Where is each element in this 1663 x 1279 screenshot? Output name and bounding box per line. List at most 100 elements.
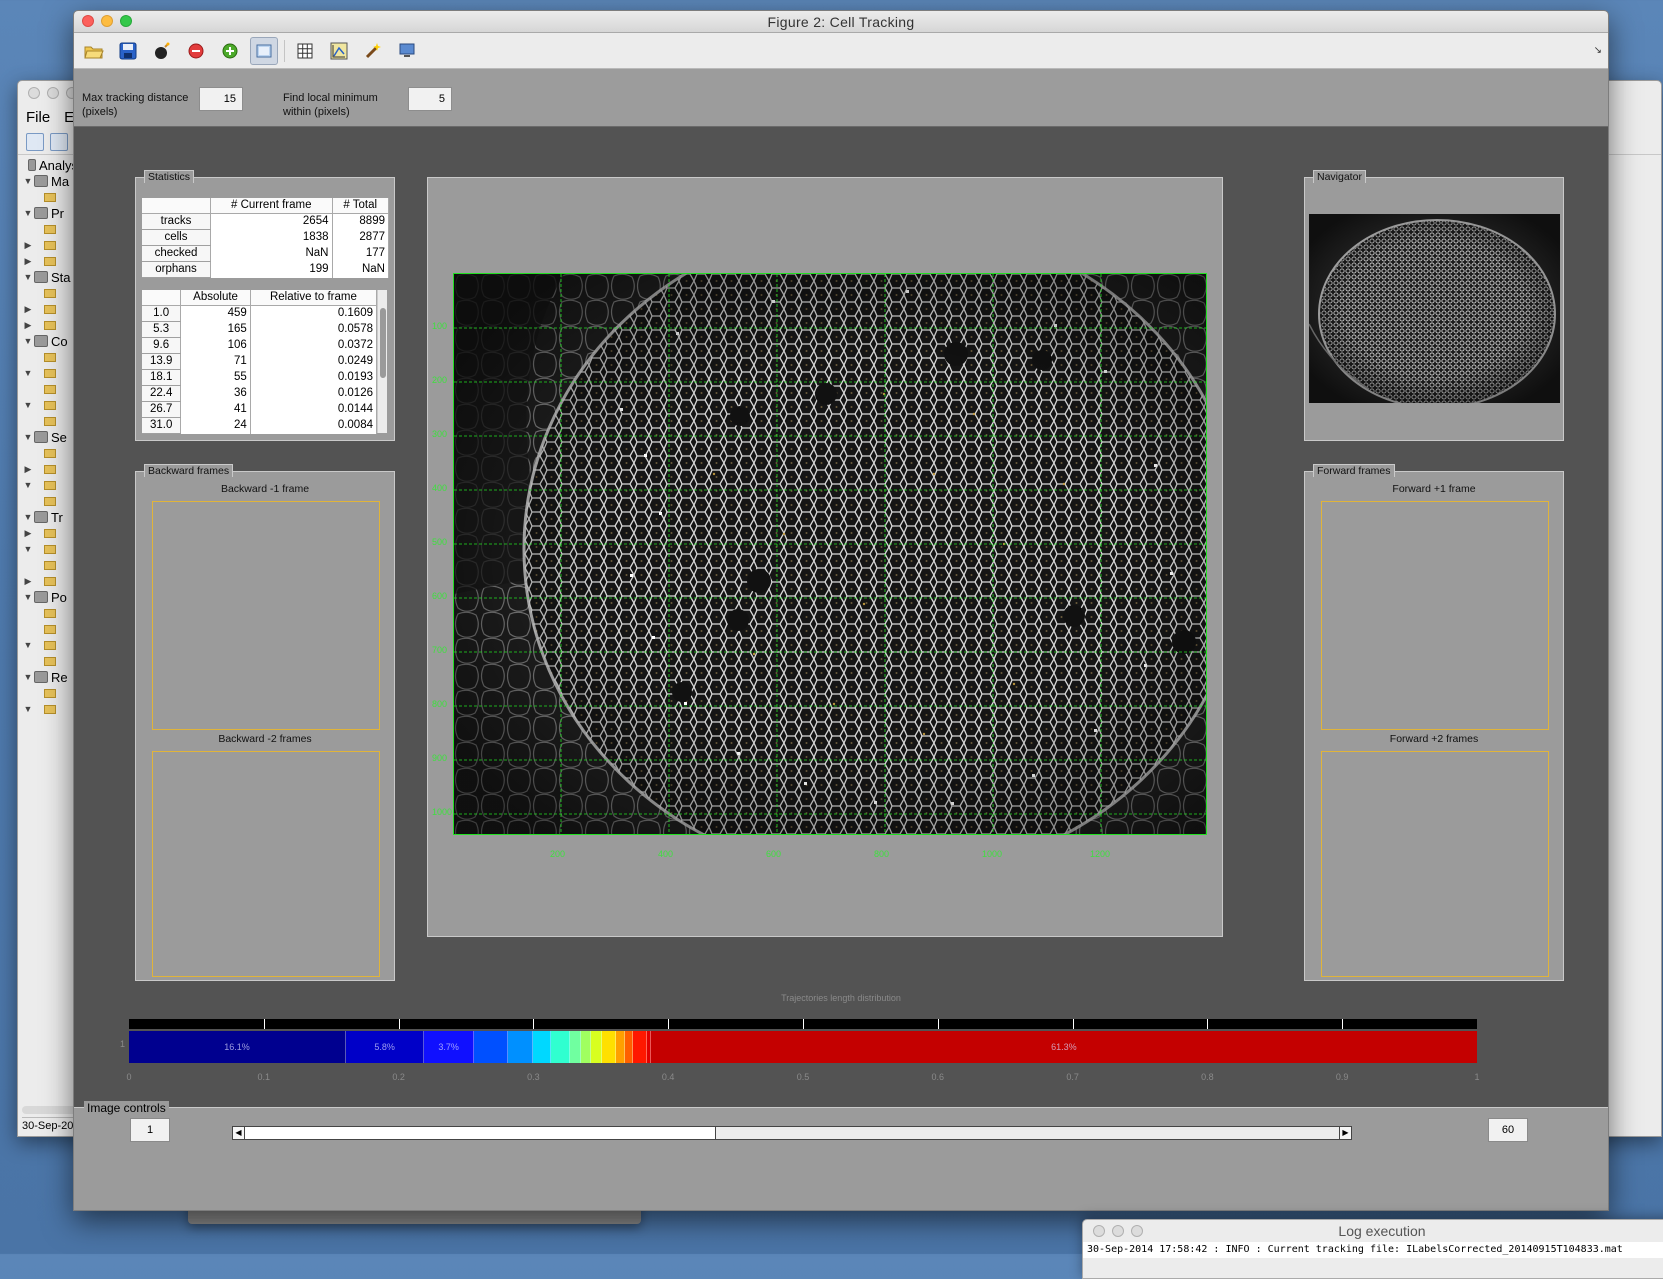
backward-2-view[interactable] — [152, 751, 380, 977]
table-row[interactable]: tracks 2654 8899 — [142, 213, 389, 230]
monitor-icon[interactable] — [393, 37, 421, 65]
open-folder-icon[interactable] — [80, 37, 108, 65]
expand-right-icon[interactable]: ▶ — [22, 464, 34, 475]
save-icon[interactable] — [114, 37, 142, 65]
navigator-thumbnail[interactable] — [1309, 214, 1560, 403]
expand-down-icon[interactable]: ▼ — [22, 208, 34, 218]
new-document-icon[interactable] — [26, 132, 44, 151]
tree-node[interactable]: Analys — [22, 157, 78, 173]
view-icon[interactable] — [250, 36, 278, 65]
tree-node[interactable]: ▼ — [22, 637, 78, 653]
expand-down-icon[interactable]: ▼ — [22, 544, 34, 554]
bomb-icon[interactable] — [148, 37, 176, 65]
tree-node[interactable]: ▼ Re — [22, 669, 78, 685]
distribution-scrollbar[interactable] — [377, 290, 387, 433]
grid-icon[interactable] — [291, 37, 319, 65]
tree-node[interactable]: ▼ Sta — [22, 269, 78, 285]
frame-slider[interactable]: ◀ ▶ — [232, 1126, 1352, 1140]
tree-node[interactable] — [22, 653, 78, 669]
end-frame-field[interactable]: 60 — [1488, 1118, 1528, 1142]
trajectory-segment[interactable] — [625, 1031, 634, 1063]
trajectory-segment[interactable] — [474, 1031, 508, 1063]
tree-node[interactable]: ▶ — [22, 525, 78, 541]
open-folder-icon[interactable] — [50, 132, 68, 151]
expand-right-icon[interactable]: ▶ — [22, 256, 34, 267]
tree-node[interactable]: ▼ Se — [22, 429, 78, 445]
expand-down-icon[interactable]: ▼ — [22, 704, 34, 714]
forward-1-view[interactable] — [1321, 501, 1549, 730]
axes-icon[interactable] — [325, 37, 353, 65]
tree-node[interactable]: ▶ — [22, 573, 78, 589]
expand-down-icon[interactable]: ▼ — [22, 480, 34, 490]
expand-down-icon[interactable]: ▼ — [22, 432, 34, 442]
tree-node[interactable]: ▼ — [22, 365, 78, 381]
tree-node[interactable] — [22, 445, 78, 461]
expand-down-icon[interactable]: ▼ — [22, 512, 34, 522]
trajectory-segment[interactable] — [580, 1031, 592, 1063]
bg-close-button[interactable] — [28, 87, 40, 99]
microscopy-image-axes[interactable] — [453, 273, 1207, 835]
trajectory-segment[interactable] — [533, 1031, 551, 1063]
table-row[interactable]: checked NaN 177 — [142, 245, 389, 262]
trajectory-segment[interactable] — [615, 1031, 626, 1063]
table-row[interactable]: orphans 199 NaN — [142, 261, 389, 278]
tree-node[interactable]: ▶ — [22, 237, 78, 253]
tree-node[interactable]: ▼ — [22, 701, 78, 717]
expand-right-icon[interactable]: ▶ — [22, 304, 34, 315]
trajectory-segment[interactable]: 5.8% — [346, 1031, 425, 1063]
expand-down-icon[interactable]: ▼ — [22, 368, 34, 378]
table-row[interactable]: 1.0 459 0.1609 — [142, 305, 378, 322]
tree-node[interactable]: ▼ — [22, 477, 78, 493]
expand-down-icon[interactable]: ▼ — [22, 640, 34, 650]
tree-node[interactable] — [22, 349, 78, 365]
expand-right-icon[interactable]: ▶ — [22, 576, 34, 587]
expand-down-icon[interactable]: ▼ — [22, 592, 34, 602]
tree-node[interactable] — [22, 221, 78, 237]
table-row[interactable]: 18.1 55 0.0193 — [142, 369, 378, 386]
tree-node[interactable] — [22, 285, 78, 301]
tree-node[interactable] — [22, 381, 78, 397]
statistics-table[interactable]: # Current frame # Total tracks 2654 8899 ce… — [142, 198, 389, 278]
tree-node[interactable]: ▶ — [22, 317, 78, 333]
expand-down-icon[interactable]: ▼ — [22, 272, 34, 282]
bg-menu-file[interactable]: File — [26, 109, 50, 126]
bg-minimize-button[interactable] — [47, 87, 59, 99]
trajectory-segment[interactable] — [569, 1031, 581, 1063]
backward-1-view[interactable] — [152, 501, 380, 730]
expand-down-icon[interactable]: ▼ — [22, 336, 34, 346]
trajectory-segment[interactable]: 16.1% — [129, 1031, 347, 1063]
tree-node[interactable] — [22, 621, 78, 637]
trajectory-segment[interactable]: 61.3% — [650, 1031, 1477, 1063]
trajectory-segment[interactable] — [507, 1031, 534, 1063]
tree-node[interactable]: ▼ Po — [22, 589, 78, 605]
table-row[interactable]: 13.9 71 0.0249 — [142, 353, 378, 370]
table-row[interactable]: 22.4 36 0.0126 — [142, 385, 378, 402]
tree-node[interactable]: ▶ — [22, 253, 78, 269]
add-circle-icon[interactable] — [216, 37, 244, 65]
tree-node[interactable] — [22, 189, 78, 205]
tree-node[interactable]: ▼ Pr — [22, 205, 78, 221]
length-distribution-table[interactable]: Absolute Relative to frame 1.0 459 0.1609 5… — [142, 290, 378, 434]
tree-node[interactable]: ▶ — [22, 301, 78, 317]
tree-node[interactable] — [22, 685, 78, 701]
table-row[interactable]: 31.0 24 0.0084 — [142, 417, 378, 434]
tree-node[interactable] — [22, 493, 78, 509]
local-minimum-input[interactable]: 5 — [408, 87, 452, 111]
trajectory-segment[interactable] — [633, 1031, 647, 1063]
tree-node[interactable] — [22, 557, 78, 573]
trajectory-segment[interactable] — [602, 1031, 616, 1063]
expand-right-icon[interactable]: ▶ — [22, 320, 34, 331]
expand-down-icon[interactable]: ▼ — [22, 672, 34, 682]
bg-horizontal-scrollbar[interactable] — [22, 1106, 78, 1114]
stop-icon[interactable] — [182, 37, 210, 65]
tree-node[interactable]: ▼ — [22, 397, 78, 413]
trajectory-segment[interactable]: 3.7% — [424, 1031, 475, 1063]
scroll-thumb[interactable] — [380, 308, 386, 378]
tree-node[interactable]: ▶ — [22, 461, 78, 477]
table-row[interactable]: 5.3 165 0.0578 — [142, 321, 378, 338]
trajectory-segment[interactable] — [591, 1031, 603, 1063]
slider-right-arrow-icon[interactable]: ▶ — [1339, 1127, 1351, 1139]
tree-node[interactable] — [22, 413, 78, 429]
trajectory-segment[interactable] — [550, 1031, 570, 1063]
tree-node[interactable]: ▼ Co — [22, 333, 78, 349]
